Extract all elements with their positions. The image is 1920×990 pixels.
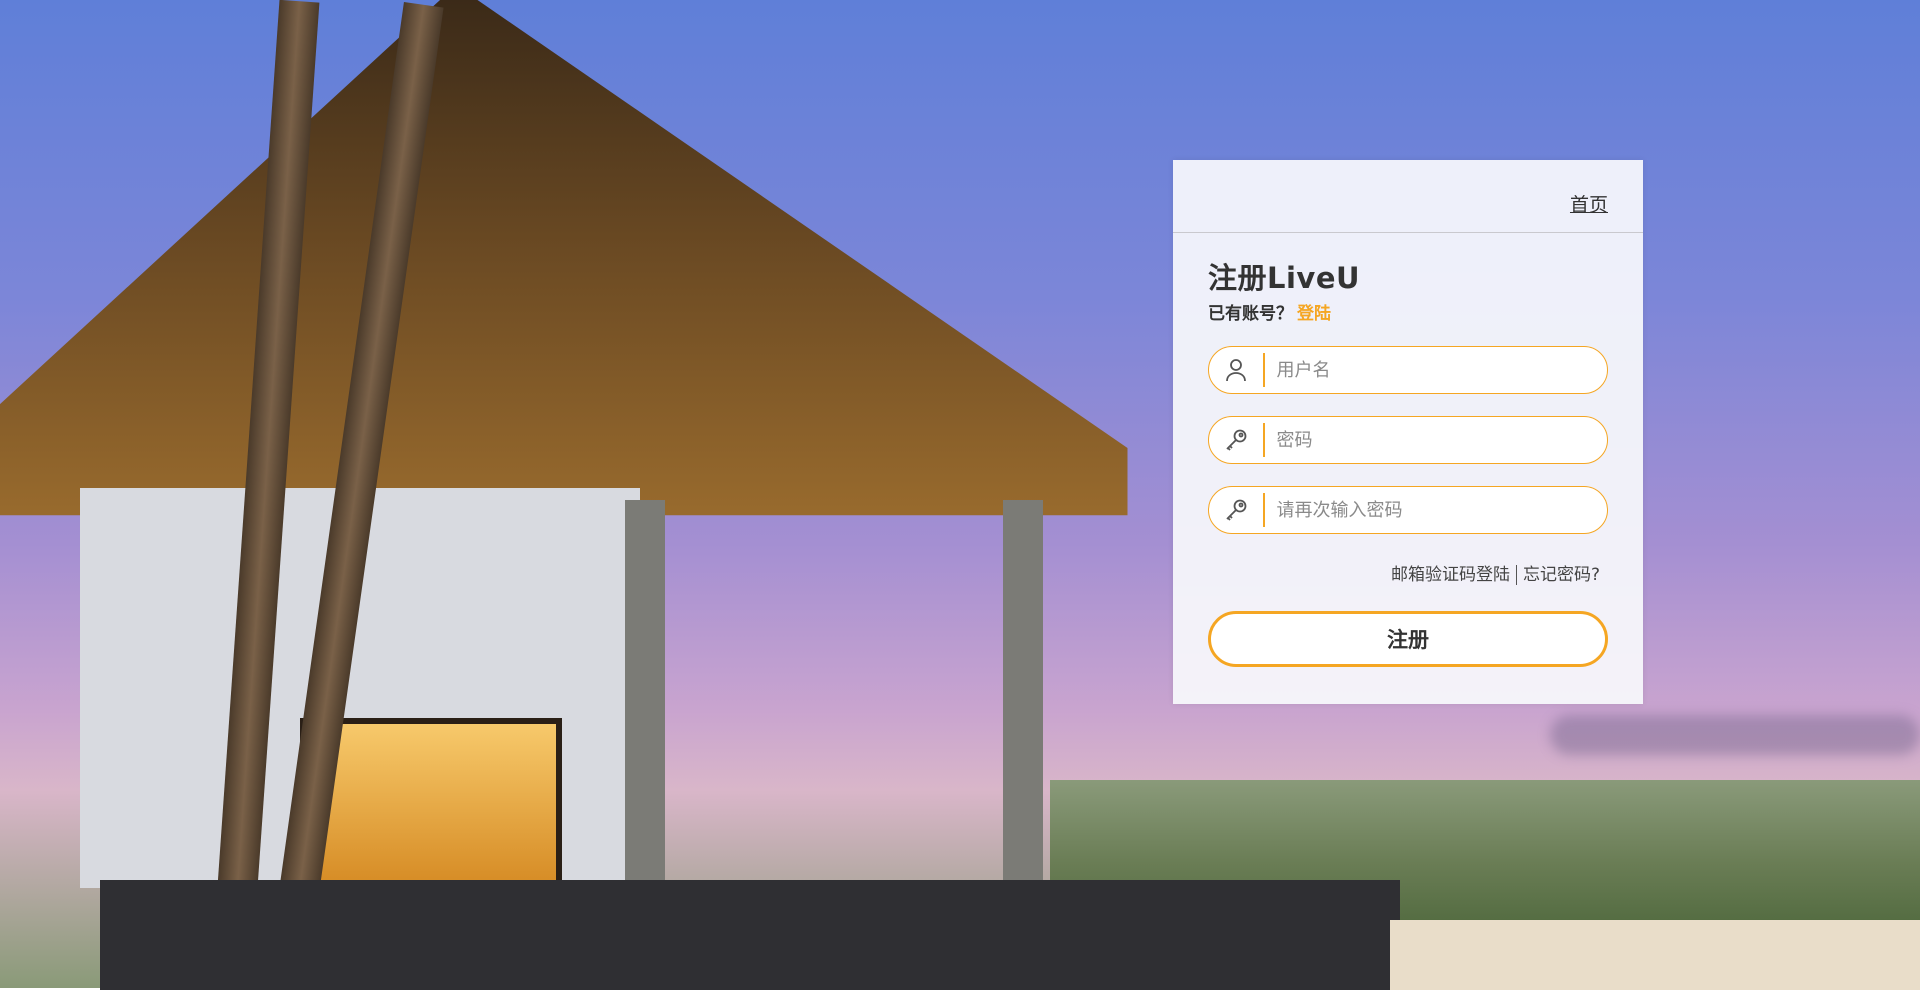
login-link[interactable]: 登陆 [1297, 304, 1331, 324]
have-account-text: 已有账号？ [1208, 304, 1293, 324]
username-field [1208, 346, 1608, 394]
page-title: 注册LiveU [1208, 261, 1361, 295]
card-body: 注册LiveU 已有账号？ 登陆 用户名 邮箱验证码登陆 忘记密码? 注册 [1173, 255, 1643, 667]
email-code-login-link[interactable]: 邮箱验证码登陆 [1391, 565, 1510, 585]
key-icon [1209, 487, 1263, 533]
confirm-password-field [1208, 486, 1608, 534]
register-button[interactable]: 注册 [1208, 611, 1608, 667]
password-input[interactable] [1264, 428, 1607, 452]
confirm-password-input[interactable] [1264, 498, 1607, 522]
background-stone-base [100, 880, 1400, 990]
home-link[interactable]: 首页 [1570, 190, 1608, 217]
have-account-line: 已有账号？ 登陆 [1208, 299, 1608, 324]
link-divider [1515, 565, 1517, 585]
forgot-password-link[interactable]: 忘记密码? [1523, 565, 1600, 585]
password-field [1208, 416, 1608, 464]
user-icon [1209, 347, 1263, 393]
background-deck [1390, 920, 1920, 990]
background-pillar [1003, 500, 1043, 900]
background-roof [0, 0, 1128, 516]
key-icon [1209, 417, 1263, 463]
background-pillar [625, 500, 665, 900]
auth-links: 邮箱验证码登陆 忘记密码? [1208, 560, 1608, 585]
register-card: 首页 注册LiveU 已有账号？ 登陆 用户名 邮箱验证码登陆 忘记密码? 注册 [1173, 160, 1643, 704]
username-input[interactable] [1264, 358, 1607, 382]
background-cloud [1550, 715, 1920, 755]
card-header-bar: 首页 [1173, 160, 1643, 233]
